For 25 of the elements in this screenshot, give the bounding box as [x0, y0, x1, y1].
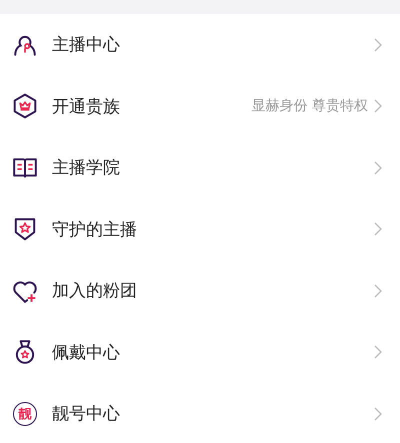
menu-item[interactable]: 守护的主播 [0, 198, 400, 260]
chevron-icon [374, 284, 382, 298]
chevron-icon [374, 222, 382, 236]
menu-item[interactable]: 主播学院 [0, 137, 400, 198]
menu-item[interactable]: 靓 靓号中心 [0, 383, 400, 443]
menu-item[interactable]: 佩戴中心 [0, 322, 400, 383]
chevron-icon [374, 345, 382, 360]
chevron-icon [374, 160, 382, 175]
menu-label: 主播学院 [52, 157, 121, 180]
chevron-icon [374, 406, 382, 421]
menu-label: 靓号中心 [52, 403, 121, 426]
menu-label: 加入的粉团 [52, 280, 138, 302]
menu-label: 守护的主播 [52, 218, 138, 241]
menu-hint: 显赫身份 尊贵特权 [252, 97, 368, 116]
shield-icon [12, 216, 38, 242]
menu-label: 佩戴中心 [52, 342, 121, 364]
menu-item[interactable]: 开通贵族 显赫身份 尊贵特权 [0, 76, 400, 137]
chevron-icon [374, 38, 382, 52]
crown-icon [12, 93, 38, 120]
chevron-icon [374, 99, 382, 114]
menu-label: 开通贵族 [52, 96, 121, 118]
menu-item[interactable]: 主播中心 [0, 14, 400, 76]
menu-label: 主播中心 [52, 34, 121, 56]
badge-icon: 靓 [13, 402, 37, 426]
menu-item[interactable]: 加入的粉团 [0, 260, 400, 322]
